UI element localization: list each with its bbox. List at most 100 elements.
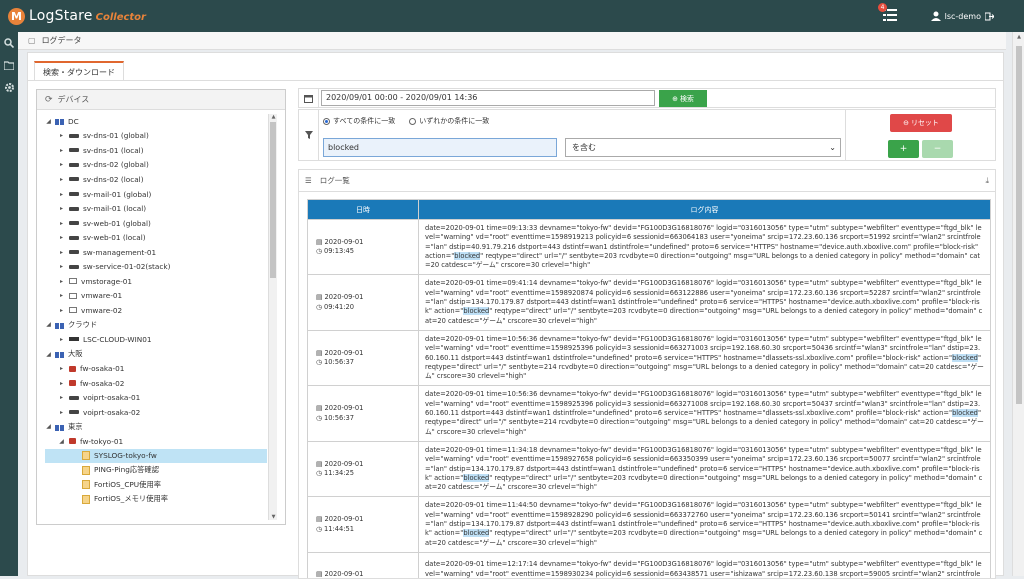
scroll-down-arrow-icon[interactable]: ▼ <box>269 514 278 520</box>
page-scroll-up-icon[interactable]: ▲ <box>1013 34 1024 40</box>
tree-expanded-icon[interactable]: ◢ <box>45 118 52 125</box>
search-button[interactable]: ⊕ 検索 <box>659 90 707 107</box>
sidebar-settings-button[interactable] <box>0 76 18 98</box>
tree-expanded-icon[interactable]: ◢ <box>45 351 52 358</box>
tree-node-label: sv-dns-01 (local) <box>83 146 144 155</box>
tree-node-label: 大阪 <box>68 349 83 359</box>
tree-node[interactable]: ▸vmware-02 <box>45 303 267 318</box>
table-row[interactable]: ▤ 2020-09-01◷ 11:34:25date=2020-09-01 ti… <box>308 441 991 496</box>
tree-node[interactable]: ▸sv-dns-02 (global) <box>45 158 267 173</box>
tree-node[interactable]: ▸voiprt-osaka-01 <box>45 390 267 405</box>
tree-node-label: SYSLOG-tokyo-fw <box>94 451 157 460</box>
tree-collapsed-icon[interactable]: ▸ <box>58 147 65 154</box>
tree-collapsed-icon[interactable]: ▸ <box>58 278 65 285</box>
device-tree-scroll-thumb[interactable] <box>270 122 276 278</box>
tree-node[interactable]: ◢DC <box>45 114 267 129</box>
tree-node[interactable]: ▸fw-osaka-02 <box>45 376 267 391</box>
sidebar-search-button[interactable] <box>0 32 18 54</box>
tree-node[interactable]: ▸sv-mail-01 (local) <box>45 201 267 216</box>
page-scrollbar[interactable]: ▲ <box>1012 32 1024 576</box>
main-panel: 検索・ダウンロード ⟳ デバイス ◢DC▸sv-dns-01 (global)▸… <box>27 52 1004 576</box>
log-time-cell: ▤ 2020-09-01◷ 10:56:37 <box>308 386 419 441</box>
device-tree-scrollbar[interactable]: ▲ ▼ <box>268 114 277 520</box>
firewall-icon <box>69 438 76 444</box>
tree-collapsed-icon[interactable]: ▸ <box>58 365 65 372</box>
tree-node[interactable]: ◢ 大阪 <box>45 347 267 362</box>
table-row[interactable]: ▤ 2020-09-01◷ 10:56:37date=2020-09-01 ti… <box>308 386 991 441</box>
table-row[interactable]: ▤ 2020-09-01◷ 12:17:19date=2020-09-01 ti… <box>308 552 991 579</box>
tree-node[interactable]: ▸sv-dns-02 (local) <box>45 172 267 187</box>
table-row[interactable]: ▤ 2020-09-01◷ 09:13:45date=2020-09-01 ti… <box>308 220 991 275</box>
tree-node[interactable]: ▸sv-dns-01 (global) <box>45 129 267 144</box>
tree-node[interactable]: ▸voiprt-osaka-02 <box>45 405 267 420</box>
tree-node[interactable]: ▸sv-mail-01 (global) <box>45 187 267 202</box>
radio-match-all[interactable]: すべての条件に一致 <box>323 116 395 126</box>
refresh-icon[interactable]: ⟳ <box>45 95 53 105</box>
tree-node[interactable]: ▸ sv-dns-01 (local) <box>45 143 267 158</box>
log-time-cell: ▤ 2020-09-01◷ 09:41:20 <box>308 275 419 330</box>
tree-collapsed-icon[interactable]: ▸ <box>58 234 65 241</box>
tree-node[interactable]: ◢東京 <box>45 419 267 434</box>
tree-node[interactable]: ▸sv-web-01 (global) <box>45 216 267 231</box>
tree-node[interactable]: FortiOS_CPU使用率 <box>45 478 267 493</box>
tree-expanded-icon[interactable]: ◢ <box>58 438 65 445</box>
tab-search-download[interactable]: 検索・ダウンロード <box>34 61 124 81</box>
table-row[interactable]: ▤ 2020-09-01◷ 09:41:20date=2020-09-01 ti… <box>308 275 991 330</box>
tree-collapsed-icon[interactable]: ▸ <box>58 292 65 299</box>
add-condition-button[interactable]: + <box>888 140 919 158</box>
user-menu[interactable]: lsc-demo <box>931 11 994 21</box>
tree-node[interactable]: PING-Ping応答確認 <box>45 463 267 478</box>
tree-node[interactable]: SYSLOG-tokyo-fw <box>45 449 267 464</box>
tree-node[interactable]: ▸fw-osaka-01 <box>45 361 267 376</box>
tree-collapsed-icon[interactable]: ▸ <box>58 380 65 387</box>
scroll-up-arrow-icon[interactable]: ▲ <box>269 114 278 120</box>
tree-node[interactable]: ▸vmstorage-01 <box>45 274 267 289</box>
log-text: date=2020-09-01 time=10:56:36 devname="t… <box>425 390 982 417</box>
condition-select-value: を含む <box>572 143 596 152</box>
keyword-input[interactable]: blocked <box>323 138 557 157</box>
tree-node[interactable]: ▸sv-web-01 (local) <box>45 230 267 245</box>
tree-collapsed-icon[interactable]: ▸ <box>58 205 65 212</box>
tree-collapsed-icon[interactable]: ▸ <box>58 220 65 227</box>
tree-collapsed-icon[interactable]: ▸ <box>58 307 65 314</box>
tree-collapsed-icon[interactable]: ▸ <box>58 161 65 168</box>
page-scroll-thumb[interactable] <box>1016 46 1022 404</box>
radio-match-any[interactable]: いずれかの条件に一致 <box>409 116 489 126</box>
tree-collapsed-icon[interactable]: ▸ <box>58 249 65 256</box>
column-header-time[interactable]: 日時 <box>308 200 419 220</box>
device-panel-header: ⟳ デバイス <box>37 90 285 110</box>
tree-collapsed-icon[interactable]: ▸ <box>58 191 65 198</box>
server-icon <box>69 163 79 167</box>
tree-node[interactable]: FortiOS_メモリ使用率 <box>45 492 267 507</box>
remove-condition-button[interactable]: − <box>922 140 953 158</box>
tree-expanded-icon[interactable]: ◢ <box>45 321 52 328</box>
tree-node[interactable]: ▸sw-service-01-02(stack) <box>45 259 267 274</box>
table-row[interactable]: ▤ 2020-09-01◷ 11:44:51date=2020-09-01 ti… <box>308 497 991 552</box>
tree-collapsed-icon[interactable]: ▸ <box>58 263 65 270</box>
tree-collapsed-icon[interactable]: ▸ <box>58 394 65 401</box>
sidebar-folder-button[interactable] <box>0 54 18 76</box>
tree-node-label: FortiOS_メモリ使用率 <box>94 494 168 504</box>
log-content-cell: date=2020-09-01 time=11:44:50 devname="t… <box>419 497 991 552</box>
tree-collapsed-icon[interactable]: ▸ <box>58 132 65 139</box>
tree-node[interactable]: ▸LSC-CLOUD-WIN01 <box>45 332 267 347</box>
tree-collapsed-icon[interactable]: ▸ <box>58 336 65 343</box>
condition-select[interactable]: を含む ⌄ <box>565 138 841 157</box>
date-range-input[interactable]: 2020/09/01 00:00 - 2020/09/01 14:36 <box>321 90 655 106</box>
tree-node[interactable]: ◢クラウド <box>45 318 267 333</box>
log-text: date=2020-09-01 time=12:17:14 devname="t… <box>425 560 982 579</box>
log-date: 2020-09-01 <box>324 460 363 468</box>
download-icon[interactable]: ⤓ <box>985 176 989 186</box>
reset-button[interactable]: ⊖ リセット <box>890 114 952 132</box>
tree-node-label: sw-management-01 <box>83 248 156 257</box>
tree-node[interactable]: ▸ sw-management-01 <box>45 245 267 260</box>
tree-expanded-icon[interactable]: ◢ <box>45 423 52 430</box>
tree-node[interactable]: ◢fw-tokyo-01 <box>45 434 267 449</box>
tree-collapsed-icon[interactable]: ▸ <box>58 176 65 183</box>
tree-node[interactable]: ▸vmware-01 <box>45 289 267 304</box>
tree-collapsed-icon[interactable]: ▸ <box>58 409 65 416</box>
column-header-content[interactable]: ログ内容 <box>419 200 991 220</box>
app-logo[interactable]: M LogStare Collector <box>8 8 146 25</box>
notification-button[interactable]: 4 <box>883 9 897 23</box>
table-row[interactable]: ▤ 2020-09-01◷ 10:56:37date=2020-09-01 ti… <box>308 330 991 385</box>
